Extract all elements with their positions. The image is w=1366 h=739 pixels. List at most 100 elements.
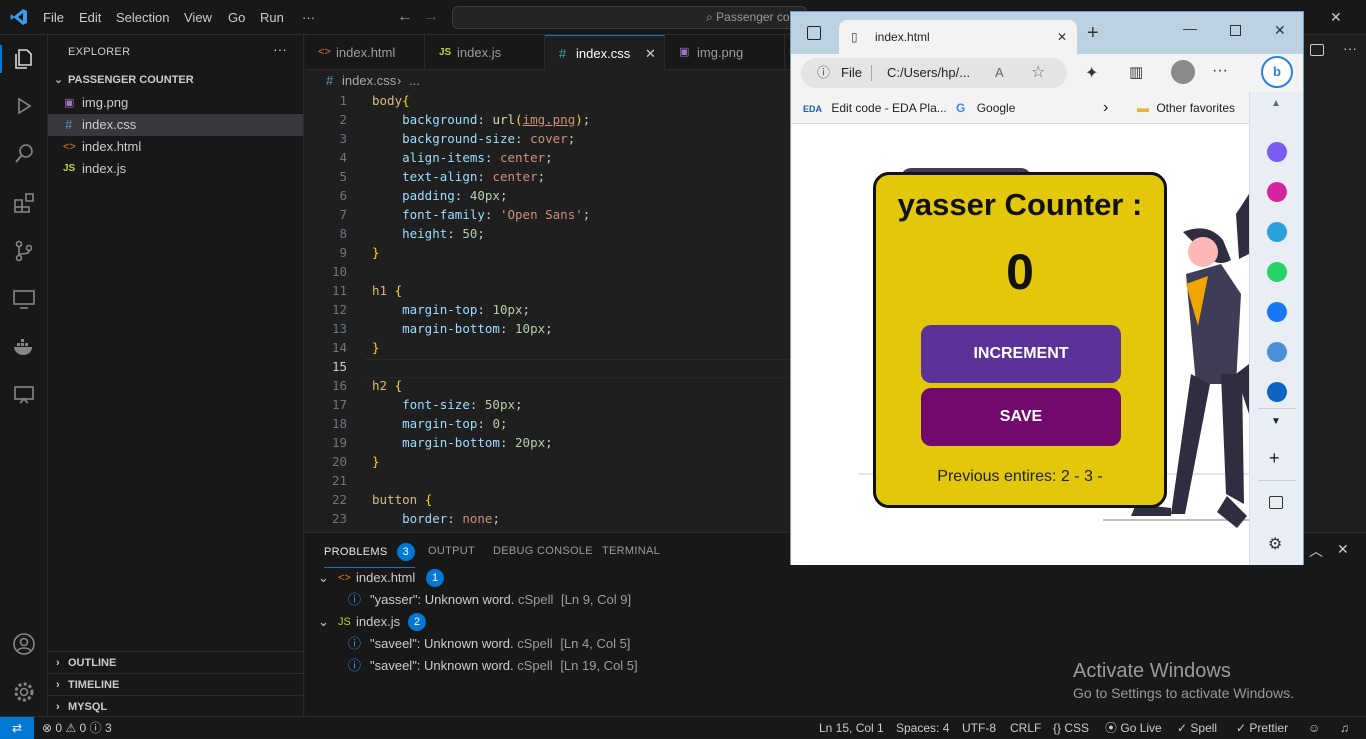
- close-window-icon[interactable]: ✕: [1274, 22, 1286, 39]
- increment-button[interactable]: INCREMENT: [921, 325, 1121, 383]
- code-line[interactable]: align-items: center;: [372, 150, 553, 165]
- code-line[interactable]: }: [372, 340, 380, 355]
- facebook-icon[interactable]: [1267, 302, 1287, 322]
- favorite-star-icon[interactable]: ☆: [1031, 58, 1045, 88]
- favorite-google[interactable]: G Google: [956, 92, 1015, 124]
- close-tab-icon[interactable]: ✕: [1057, 20, 1067, 54]
- code-line[interactable]: }: [372, 454, 380, 469]
- code-line[interactable]: font-size: 50px;: [372, 397, 522, 412]
- bing-copilot-icon[interactable]: b: [1261, 56, 1293, 88]
- run-debug-icon[interactable]: [12, 95, 36, 119]
- code-line[interactable]: height: 50;: [372, 226, 485, 241]
- outline-section[interactable]: › OUTLINE: [48, 651, 303, 673]
- folder-header[interactable]: ⌄ PASSENGER COUNTER: [48, 69, 303, 91]
- prettier-button[interactable]: ✓ Prettier: [1236, 717, 1288, 739]
- messenger-icon[interactable]: [1267, 142, 1287, 162]
- search-icon[interactable]: [12, 142, 36, 166]
- close-window-icon[interactable]: ✕: [1330, 9, 1342, 26]
- menu-edit[interactable]: Edit: [79, 0, 101, 35]
- code-line[interactable]: }: [372, 245, 380, 260]
- notifications-bell-icon[interactable]: ♫: [1340, 717, 1349, 739]
- file-item-index-js[interactable]: JS index.js: [48, 158, 303, 180]
- tab-actions-icon[interactable]: [807, 26, 821, 40]
- profile-avatar[interactable]: [1171, 60, 1195, 84]
- extensions-icon[interactable]: ✦: [1085, 63, 1098, 83]
- other-favorites[interactable]: ▬ Other favorites: [1137, 92, 1235, 124]
- menu-go[interactable]: Go: [228, 0, 245, 35]
- linkedin-icon[interactable]: [1267, 382, 1287, 402]
- file-item-img-png[interactable]: ▣ img.png: [48, 92, 303, 114]
- timeline-section[interactable]: › TIMELINE: [48, 673, 303, 695]
- settings-gear-icon[interactable]: ⚙: [1268, 534, 1282, 554]
- go-live-button[interactable]: ⦿ Go Live: [1105, 717, 1162, 739]
- code-line[interactable]: padding: 40px;: [372, 188, 507, 203]
- cursor-position[interactable]: Ln 15, Col 1: [819, 717, 884, 739]
- language-mode[interactable]: {} CSS: [1053, 717, 1089, 739]
- source-control-icon[interactable]: [12, 239, 36, 263]
- code-line[interactable]: margin-bottom: 10px;: [372, 321, 553, 336]
- breadcrumb[interactable]: # index.css › ...: [305, 70, 790, 92]
- code-line[interactable]: font-family: 'Open Sans';: [372, 207, 590, 222]
- menu-selection[interactable]: Selection: [116, 0, 169, 35]
- line-ending[interactable]: CRLF: [1010, 717, 1041, 739]
- tab-index-css[interactable]: # index.css ✕: [545, 35, 665, 70]
- file-item-index-css[interactable]: # index.css: [48, 114, 303, 136]
- split-screen-icon[interactable]: [1269, 496, 1283, 509]
- code-line[interactable]: h1 {: [372, 283, 402, 298]
- save-button[interactable]: SAVE: [921, 388, 1121, 446]
- minimize-icon[interactable]: —: [1183, 20, 1197, 36]
- menu-view[interactable]: View: [184, 0, 212, 35]
- tab-index-html[interactable]: <> index.html: [305, 35, 425, 70]
- read-aloud-icon[interactable]: A: [995, 58, 1004, 88]
- menu-file[interactable]: File: [43, 0, 64, 35]
- code-line[interactable]: margin-top: 0;: [372, 416, 507, 431]
- scroll-down-icon[interactable]: ▼: [1271, 416, 1281, 427]
- reading-view-icon[interactable]: ▥: [1129, 63, 1143, 81]
- tab-img-png[interactable]: ▣ img.png: [665, 35, 785, 70]
- split-editor-icon[interactable]: [1310, 44, 1324, 56]
- instagram-icon[interactable]: [1267, 182, 1287, 202]
- close-panel-icon[interactable]: ✕: [1337, 541, 1349, 558]
- command-center-search[interactable]: ⌕ Passenger counter: [452, 6, 817, 29]
- code-editor[interactable]: 1 body{2 background: url(img.png); 3 backg…: [305, 92, 790, 532]
- code-line[interactable]: h2 {: [372, 378, 402, 393]
- account-icon[interactable]: [12, 632, 36, 656]
- address-bar[interactable]: ⓘ File C:/Users/hp/... A ☆: [801, 58, 1067, 88]
- problems-status[interactable]: ⊗ 0 ⚠ 0 ⓘ 3: [42, 717, 112, 739]
- more-menu-icon[interactable]: ···: [1212, 62, 1228, 80]
- code-line[interactable]: margin-bottom: 20px;: [372, 435, 553, 450]
- scroll-up-icon[interactable]: ▲: [1271, 98, 1281, 109]
- telegram-icon[interactable]: [1267, 222, 1287, 242]
- code-line[interactable]: margin-top: 10px;: [372, 302, 530, 317]
- feedback-icon[interactable]: ☺: [1308, 717, 1320, 739]
- menu-more[interactable]: ···: [302, 0, 315, 35]
- file-item-index-html[interactable]: <> index.html: [48, 136, 303, 158]
- add-icon[interactable]: +: [1269, 448, 1280, 469]
- more-actions-icon[interactable]: ···: [1343, 40, 1357, 56]
- maximize-panel-icon[interactable]: ︿: [1309, 541, 1323, 561]
- code-line[interactable]: border: none;: [372, 511, 500, 526]
- tab-output[interactable]: OUTPUT: [428, 545, 475, 557]
- remote-indicator-icon[interactable]: ⇄: [0, 717, 34, 739]
- docker-icon[interactable]: [12, 335, 36, 359]
- whatsapp-icon[interactable]: [1267, 262, 1287, 282]
- code-line[interactable]: body{: [372, 93, 410, 108]
- translate-icon[interactable]: [1267, 342, 1287, 362]
- tab-terminal[interactable]: TERMINAL: [602, 545, 660, 557]
- maximize-icon[interactable]: [1230, 25, 1241, 36]
- tab-index-js[interactable]: JS index.js: [425, 35, 545, 70]
- tab-debug-console[interactable]: DEBUG CONSOLE: [493, 545, 593, 557]
- favorite-eda[interactable]: EDA Edit code - EDA Pla...: [803, 92, 947, 125]
- indentation[interactable]: Spaces: 4: [896, 717, 949, 739]
- browser-tab[interactable]: ▯ index.html ✕: [839, 20, 1077, 54]
- settings-gear-icon[interactable]: [12, 680, 36, 704]
- new-tab-icon[interactable]: +: [1087, 22, 1099, 45]
- forward-arrow-icon[interactable]: →: [423, 8, 439, 26]
- extensions-icon[interactable]: [12, 191, 36, 215]
- back-arrow-icon[interactable]: ←: [397, 8, 413, 26]
- close-tab-icon[interactable]: ✕: [645, 36, 656, 71]
- live-share-icon[interactable]: [12, 383, 36, 407]
- tab-problems[interactable]: PROBLEMS 3: [324, 543, 415, 568]
- chevron-right-icon[interactable]: ›: [1103, 92, 1108, 124]
- remote-explorer-icon[interactable]: [12, 287, 36, 311]
